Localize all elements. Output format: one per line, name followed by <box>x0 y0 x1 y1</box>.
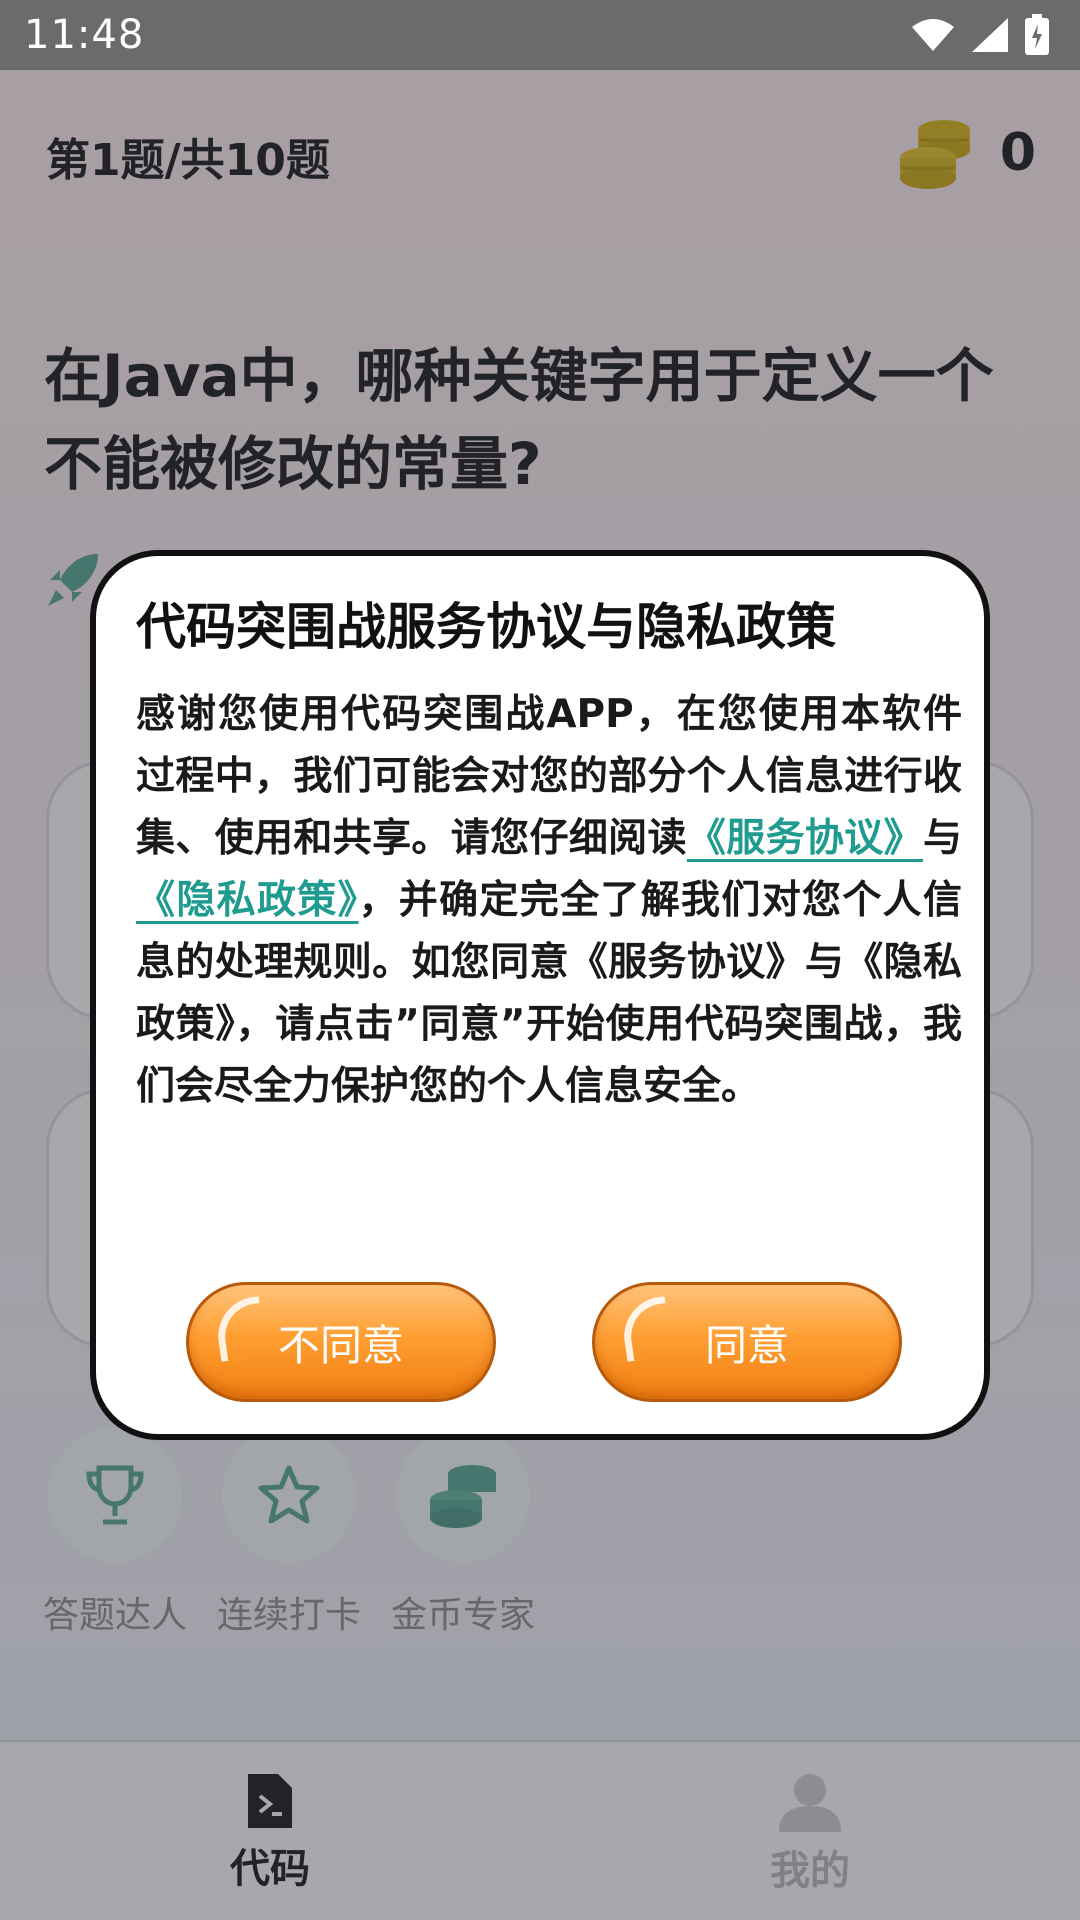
agree-button[interactable]: 同意 <box>592 1282 902 1402</box>
dialog-body: 感谢您使用代码突围战APP，在您使用本软件过程中，我们可能会对您的部分个人信息进… <box>136 684 962 1118</box>
agree-button-label: 同意 <box>704 1320 789 1370</box>
battery-icon <box>1025 14 1049 55</box>
status-icons <box>910 14 1050 56</box>
dialog-title: 代码突围战服务协议与隐私政策 <box>136 598 836 656</box>
wifi-icon <box>912 19 954 51</box>
disagree-button[interactable]: 不同意 <box>186 1282 496 1402</box>
button-shine <box>619 1296 673 1362</box>
status-time: 11:48 <box>24 12 145 58</box>
status-bar: 11:48 <box>0 0 1080 70</box>
cell-signal-icon <box>972 18 1008 52</box>
button-shine <box>213 1296 267 1362</box>
privacy-dialog: 代码突围战服务协议与隐私政策 感谢您使用代码突围战APP，在您使用本软件过程中，… <box>90 550 990 1440</box>
privacy-policy-link[interactable]: 《隐私政策》 <box>136 878 358 923</box>
service-agreement-link[interactable]: 《服务协议》 <box>687 816 923 861</box>
disagree-button-label: 不同意 <box>277 1320 404 1370</box>
dialog-connector-text: 与 <box>922 816 962 861</box>
